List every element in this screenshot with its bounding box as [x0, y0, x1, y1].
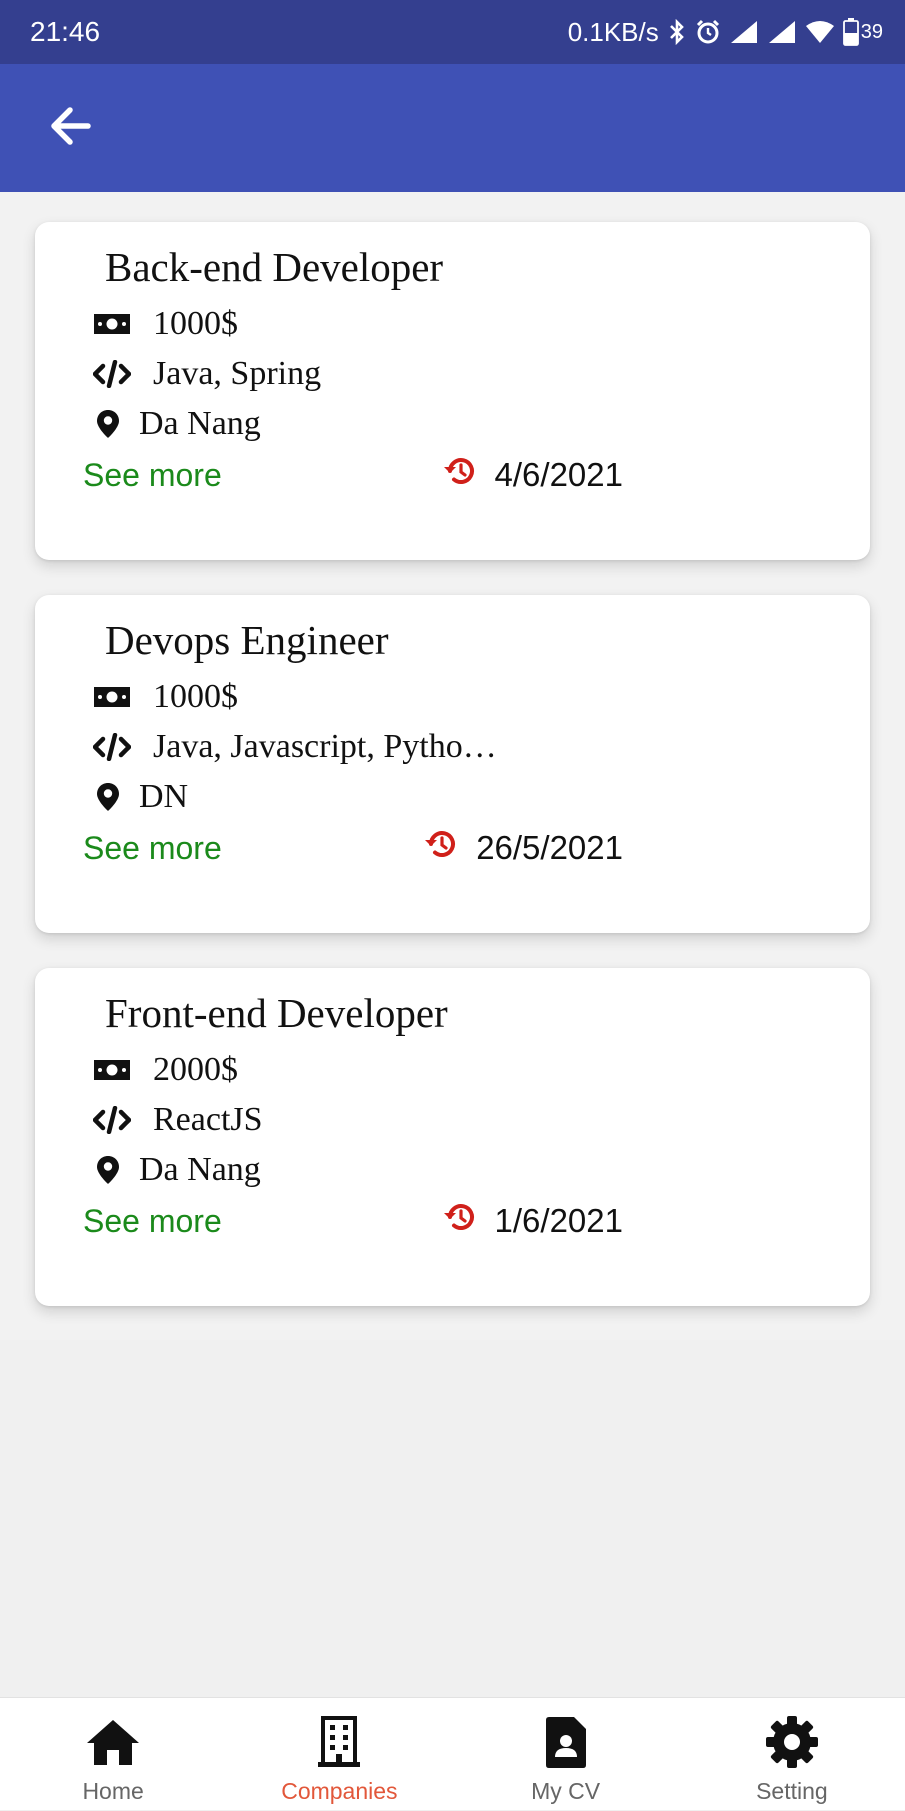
signal-icon — [729, 20, 759, 44]
skills-value: ReactJS — [153, 1101, 263, 1138]
nav-item-setting[interactable]: Setting — [679, 1698, 905, 1811]
nav-item-my-cv[interactable]: My CV — [453, 1698, 679, 1811]
building-icon — [226, 1712, 452, 1772]
job-card[interactable]: Back-end Developer 1000$ Java, Spring Da… — [35, 222, 870, 560]
skills-row: Java, Spring — [93, 352, 321, 396]
salary-value: 2000$ — [153, 1051, 238, 1088]
code-icon — [93, 360, 153, 388]
battery-icon — [842, 18, 859, 46]
status-time: 21:46 — [30, 16, 101, 47]
signal-icon — [767, 20, 797, 44]
location-pin-icon — [93, 409, 139, 439]
location-value: Da Nang — [139, 405, 261, 442]
battery: 39 — [842, 18, 883, 46]
see-more-link[interactable]: See more — [83, 1201, 222, 1241]
nav-label: Home — [82, 1778, 144, 1804]
job-card[interactable]: Devops Engineer 1000$ Java, Javascript, … — [35, 595, 870, 933]
skills-row: Java, Javascript, Pytho… — [93, 725, 497, 769]
see-more-link[interactable]: See more — [83, 828, 222, 868]
salary-value: 1000$ — [153, 678, 238, 715]
salary-row: 1000$ — [93, 675, 238, 719]
salary-value: 1000$ — [153, 305, 238, 342]
history-icon — [443, 456, 475, 494]
location-value: Da Nang — [139, 1151, 261, 1188]
skills-row: ReactJS — [93, 1098, 263, 1142]
history-icon — [443, 1202, 475, 1240]
location-row: Da Nang — [93, 1148, 261, 1192]
battery-level: 39 — [860, 20, 883, 43]
date-value: 4/6/2021 — [494, 456, 623, 493]
date-value: 1/6/2021 — [494, 1202, 623, 1239]
location-pin-icon — [93, 782, 139, 812]
back-button[interactable] — [36, 98, 104, 158]
code-icon — [93, 733, 153, 761]
gear-icon — [679, 1712, 905, 1772]
job-title: Front-end Developer — [105, 990, 448, 1036]
nav-item-companies[interactable]: Companies — [226, 1698, 452, 1811]
skills-value: Java, Javascript, Pytho… — [153, 728, 497, 765]
location-row: DN — [93, 775, 188, 819]
code-icon — [93, 1106, 153, 1134]
posted-date: 4/6/2021 — [443, 453, 623, 497]
status-bar: 21:46 0.1KB/s 39 — [0, 0, 905, 64]
app-bar — [0, 64, 905, 192]
skills-value: Java, Spring — [153, 355, 322, 392]
posted-date: 1/6/2021 — [443, 1199, 623, 1243]
history-icon — [424, 829, 456, 867]
salary-row: 1000$ — [93, 302, 238, 346]
money-icon — [93, 312, 153, 336]
home-icon — [0, 1712, 226, 1772]
status-icons: 0.1KB/s 39 — [568, 14, 883, 50]
bluetooth-icon — [667, 19, 687, 45]
nav-label: Companies — [281, 1778, 398, 1804]
job-title: Devops Engineer — [105, 617, 389, 663]
nav-label: Setting — [756, 1778, 828, 1804]
job-title: Back-end Developer — [105, 244, 444, 290]
job-card[interactable]: Front-end Developer 2000$ ReactJS Da Nan… — [35, 968, 870, 1306]
location-value: DN — [139, 778, 189, 815]
arrow-left-icon — [48, 106, 92, 151]
network-speed: 0.1KB/s — [567, 16, 659, 47]
money-icon — [93, 1058, 153, 1082]
nav-item-home[interactable]: Home — [0, 1698, 226, 1811]
see-more-link[interactable]: See more — [83, 455, 222, 495]
date-value: 26/5/2021 — [476, 829, 623, 866]
bottom-nav: Home Companies My CV Setting — [0, 1697, 905, 1810]
money-icon — [93, 685, 153, 709]
alarm-icon — [695, 19, 721, 45]
cv-document-icon — [453, 1712, 679, 1772]
location-row: Da Nang — [93, 402, 261, 446]
location-pin-icon — [93, 1155, 139, 1185]
posted-date: 26/5/2021 — [424, 826, 623, 870]
salary-row: 2000$ — [93, 1048, 238, 1092]
nav-label: My CV — [531, 1778, 601, 1804]
wifi-icon — [805, 20, 835, 44]
